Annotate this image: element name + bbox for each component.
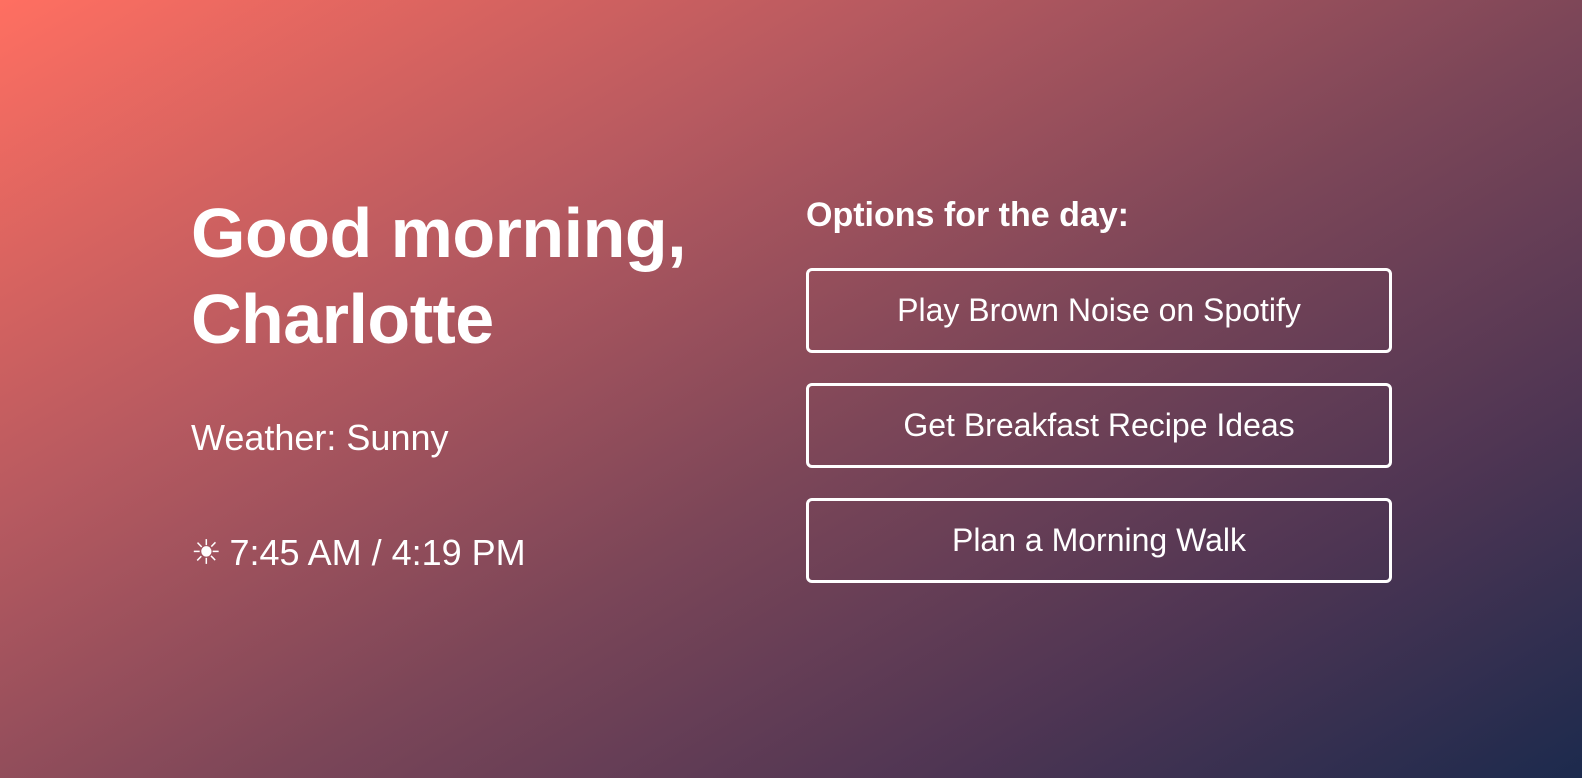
options-panel: Options for the day: Play Brown Noise on… (806, 193, 1392, 583)
play-brown-noise-button[interactable]: Play Brown Noise on Spotify (806, 268, 1392, 353)
sunrise-sunset-times: 7:45 AM / 4:19 PM (229, 532, 526, 573)
sunrise-sunset: ☀ 7:45 AM / 4:19 PM (191, 531, 751, 575)
options-list: Play Brown Noise on Spotify Get Breakfas… (806, 268, 1392, 583)
greeting-line: Good morning, (191, 194, 687, 272)
greeting-panel: Good morning, Charlotte Weather: Sunny ☀… (191, 190, 751, 575)
weather-status: Weather: Sunny (191, 417, 449, 458)
breakfast-recipes-button[interactable]: Get Breakfast Recipe Ideas (806, 383, 1392, 468)
plan-walk-button[interactable]: Plan a Morning Walk (806, 498, 1392, 583)
user-name: Charlotte (191, 280, 494, 358)
sun-icon: ☀ (191, 534, 222, 572)
page-title: Good morning, Charlotte (191, 190, 751, 362)
options-title: Options for the day: (806, 196, 1129, 234)
